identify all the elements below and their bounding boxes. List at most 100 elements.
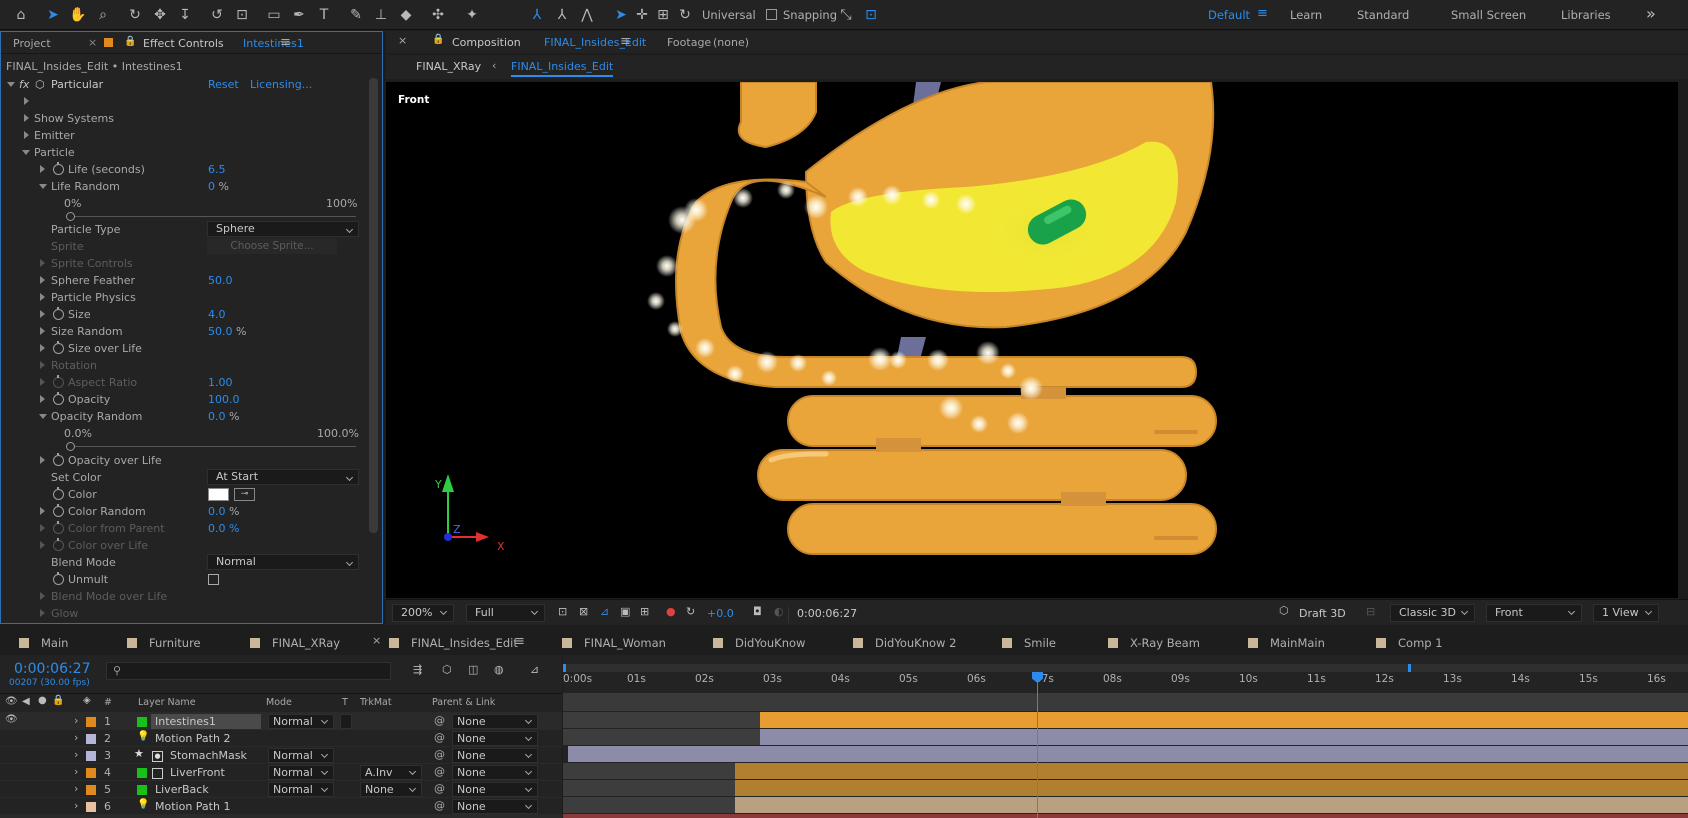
expand-icon[interactable] xyxy=(24,131,29,139)
label-color[interactable] xyxy=(86,751,96,761)
exposure-value[interactable]: +0.0 xyxy=(707,607,734,620)
tab-composition[interactable]: Composition xyxy=(452,36,521,49)
rotate-tool-icon[interactable]: ↺ xyxy=(207,5,227,25)
timeline-tab[interactable]: X-Ray Beam xyxy=(1108,636,1200,650)
lock-icon[interactable]: 🔒 xyxy=(432,34,444,45)
expand-icon[interactable] xyxy=(24,97,29,105)
rectangle-tool-icon[interactable]: ▭ xyxy=(264,5,284,25)
expand-icon[interactable] xyxy=(40,310,45,318)
expand-icon[interactable] xyxy=(40,276,45,284)
roto-brush-icon[interactable]: ✣ xyxy=(428,5,448,25)
snap-options-icon[interactable]: ⤡ xyxy=(836,5,856,25)
layer-name[interactable]: Intestines1 xyxy=(155,715,216,728)
pick-whip-icon[interactable]: @ xyxy=(434,782,445,795)
stopwatch-icon[interactable] xyxy=(53,392,64,405)
transparency-grid-icon[interactable]: ⊠ xyxy=(579,605,588,618)
panel-menu-icon[interactable]: ≡ xyxy=(514,634,525,649)
label-color[interactable] xyxy=(86,785,96,795)
layer-name[interactable]: Motion Path 1 xyxy=(155,800,230,813)
breadcrumb-parent[interactable]: FINAL_XRay xyxy=(416,60,481,73)
orbit-camera-icon[interactable]: ↻ xyxy=(125,5,145,25)
rotate-gizmo-icon[interactable]: ↻ xyxy=(675,5,695,25)
puppet-pin-icon[interactable]: ✦ xyxy=(462,5,482,25)
more-workspaces-button[interactable]: » xyxy=(1646,4,1656,23)
composition-viewer[interactable]: Front Y Z X xyxy=(386,82,1678,598)
slider-knob[interactable] xyxy=(66,442,75,451)
snapshot-icon[interactable]: ◘ xyxy=(753,605,762,618)
work-area-start[interactable] xyxy=(563,664,566,672)
current-timecode[interactable]: 0:00:06:27 xyxy=(14,661,91,677)
timeline-tab[interactable]: Smile xyxy=(1002,636,1056,650)
viewer-timecode[interactable]: 0:00:06:27 xyxy=(788,607,886,623)
label-color[interactable] xyxy=(86,717,96,727)
clone-stamp-icon[interactable]: ⊥ xyxy=(371,5,391,25)
show-systems-row[interactable]: Show Systems xyxy=(1,110,361,127)
expand-icon[interactable]: › xyxy=(74,748,78,761)
trkmat-dropdown[interactable]: A.Inv xyxy=(360,765,422,780)
draft-3d-toggle[interactable]: Draft 3D xyxy=(1299,607,1346,620)
expand-icon[interactable] xyxy=(40,507,45,515)
time-graph[interactable]: 0:00s 01s 02s 03s 04s 05s 06s 07s 08s 09… xyxy=(563,655,1688,818)
expand-icon[interactable]: › xyxy=(74,731,78,744)
licensing-link[interactable]: Licensing... xyxy=(250,78,312,91)
draft-3d-icon[interactable]: ⬡ xyxy=(1279,604,1289,617)
timeline-tab[interactable]: MainMain xyxy=(1248,636,1325,650)
panel-menu-icon[interactable]: ≡ xyxy=(620,34,631,49)
expand-icon[interactable]: › xyxy=(74,714,78,727)
pick-whip-icon[interactable]: @ xyxy=(434,731,445,744)
timeline-tab-active[interactable]: FINAL_Insides_Edit xyxy=(389,636,518,650)
layer-row[interactable]: 👁 › 1 Intestines1 Normal @ None xyxy=(0,712,562,729)
label-color[interactable] xyxy=(86,802,96,812)
parent-dropdown[interactable]: None xyxy=(452,782,538,797)
resolution-dropdown[interactable]: Full xyxy=(466,604,545,622)
mask-visibility-icon[interactable]: ⊿ xyxy=(600,605,609,618)
workspace-menu-icon[interactable]: ≡ xyxy=(1257,6,1268,21)
move-gizmo-icon[interactable]: ✛ xyxy=(632,5,652,25)
timeline-tab[interactable]: FINAL_Woman xyxy=(562,636,666,650)
slider-knob[interactable] xyxy=(66,212,75,221)
timeline-tab[interactable]: Comp 1 xyxy=(1376,636,1443,650)
layer-row[interactable]: › 2 💡 Motion Path 2 @ None xyxy=(0,729,562,746)
life-value[interactable]: 6.5 xyxy=(208,163,226,176)
layer-bar[interactable] xyxy=(563,814,1688,818)
channels-icon[interactable]: ● xyxy=(666,605,676,618)
reset-link[interactable]: Reset xyxy=(208,78,239,91)
stopwatch-icon[interactable] xyxy=(53,307,64,320)
mode-dropdown[interactable]: Normal xyxy=(268,782,334,797)
type-tool-icon[interactable]: T xyxy=(314,5,334,25)
layer-row[interactable]: › 4 LiverFront Normal A.Inv @ None xyxy=(0,763,562,780)
renderer-dropdown[interactable]: Classic 3D xyxy=(1390,604,1475,622)
expand-icon[interactable] xyxy=(40,293,45,301)
particle-physics-row[interactable]: Particle Physics xyxy=(1,289,361,306)
layer-row[interactable]: › 5 LiverBack Normal None @ None xyxy=(0,780,562,797)
work-area-end[interactable] xyxy=(1408,664,1411,672)
fx-icon[interactable]: fx xyxy=(19,78,29,91)
tab-effect-controls[interactable]: Effect Controls xyxy=(143,37,224,50)
expand-icon[interactable] xyxy=(40,165,45,173)
pick-whip-icon[interactable]: @ xyxy=(434,748,445,761)
pick-whip-icon[interactable]: @ xyxy=(434,799,445,812)
close-tab-icon[interactable]: × xyxy=(88,36,97,49)
guides-icon[interactable]: ⊞ xyxy=(640,605,649,618)
world-axis-icon[interactable]: ⅄ xyxy=(552,5,572,25)
scale-gizmo-icon[interactable]: ⊞ xyxy=(653,5,673,25)
parent-dropdown[interactable]: None xyxy=(452,748,538,763)
brush-tool-icon[interactable]: ✎ xyxy=(346,5,366,25)
emitter-row[interactable]: Emitter xyxy=(1,127,361,144)
universal-select-icon[interactable]: ➤ xyxy=(611,5,631,25)
label-color[interactable] xyxy=(86,734,96,744)
motion-blur-icon[interactable]: ◍ xyxy=(494,663,504,676)
panel-scrollbar[interactable] xyxy=(369,78,378,533)
snapping-checkbox[interactable] xyxy=(766,9,777,20)
expand-icon[interactable] xyxy=(40,327,45,335)
stopwatch-icon[interactable] xyxy=(53,487,64,500)
blend-mode-dropdown[interactable]: Normal xyxy=(207,554,359,570)
work-area-bar[interactable] xyxy=(563,664,1688,672)
layer-name[interactable]: StomachMask xyxy=(170,749,247,762)
region-of-interest-icon[interactable]: ▣ xyxy=(620,605,630,618)
opacity-random-slider[interactable] xyxy=(66,442,356,451)
expand-icon[interactable] xyxy=(40,395,45,403)
expand-icon[interactable]: › xyxy=(74,765,78,778)
stopwatch-icon[interactable] xyxy=(53,572,64,585)
workspace-standard[interactable]: Standard xyxy=(1357,8,1409,22)
